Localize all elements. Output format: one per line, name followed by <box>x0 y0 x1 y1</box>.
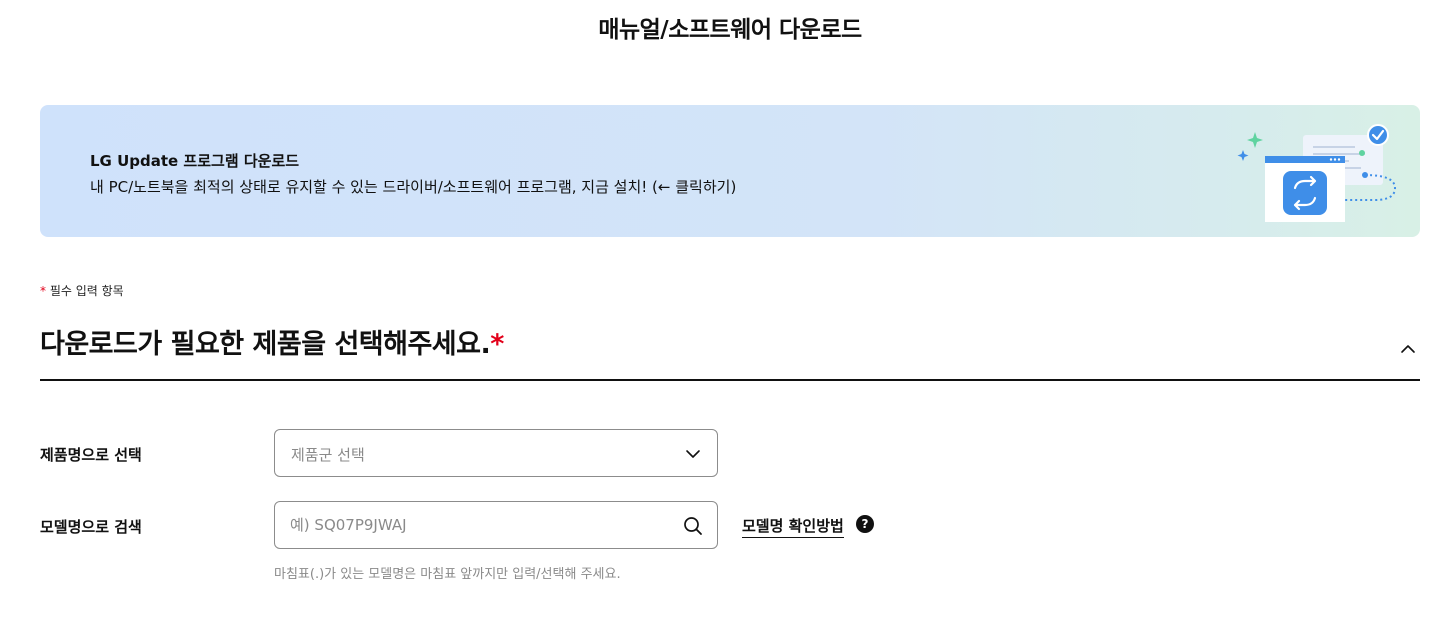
section-title: 다운로드가 필요한 제품을 선택해주세요.* <box>40 322 504 361</box>
banner-title: LG Update 프로그램 다운로드 <box>90 152 300 170</box>
page-title: 매뉴얼/소프트웨어 다운로드 <box>598 17 862 43</box>
lg-update-banner[interactable]: LG Update 프로그램 다운로드 내 PC/노트북을 최적의 상태로 유지… <box>40 105 1420 237</box>
check-badge-icon <box>1367 124 1389 146</box>
model-search-field <box>274 501 718 549</box>
chevron-up-icon[interactable] <box>1398 339 1418 359</box>
product-select-placeholder: 제품군 선택 <box>291 446 365 464</box>
product-category-select[interactable]: 제품군 선택 <box>274 429 718 477</box>
update-app-icon <box>1237 124 1397 222</box>
banner-description: 내 PC/노트북을 최적의 상태로 유지할 수 있는 드라이버/소프트웨어 프로… <box>90 178 737 196</box>
section-required-star: * <box>490 329 504 360</box>
help-question-icon[interactable]: ? <box>856 515 874 533</box>
search-icon[interactable] <box>682 515 704 537</box>
model-search-hint: 마침표(.)가 있는 모델명은 마침표 앞까지만 입력/선택해 주세요. <box>274 567 621 582</box>
model-name-help-link[interactable]: 모델명 확인방법 <box>742 515 844 538</box>
product-select-label: 제품명으로 선택 <box>40 446 142 464</box>
required-note-text: 필수 입력 항목 <box>49 284 124 298</box>
chevron-down-icon <box>686 450 700 458</box>
model-search-label: 모델명으로 검색 <box>40 518 142 536</box>
sparkle-icon <box>1247 132 1263 148</box>
required-fields-note: * 필수 입력 항목 <box>40 282 124 299</box>
model-search-input[interactable] <box>290 512 660 538</box>
sparkle-icon <box>1237 150 1249 161</box>
section-title-text: 다운로드가 필요한 제품을 선택해주세요. <box>40 329 491 360</box>
required-star: * <box>40 284 46 298</box>
section-divider <box>40 379 1420 381</box>
